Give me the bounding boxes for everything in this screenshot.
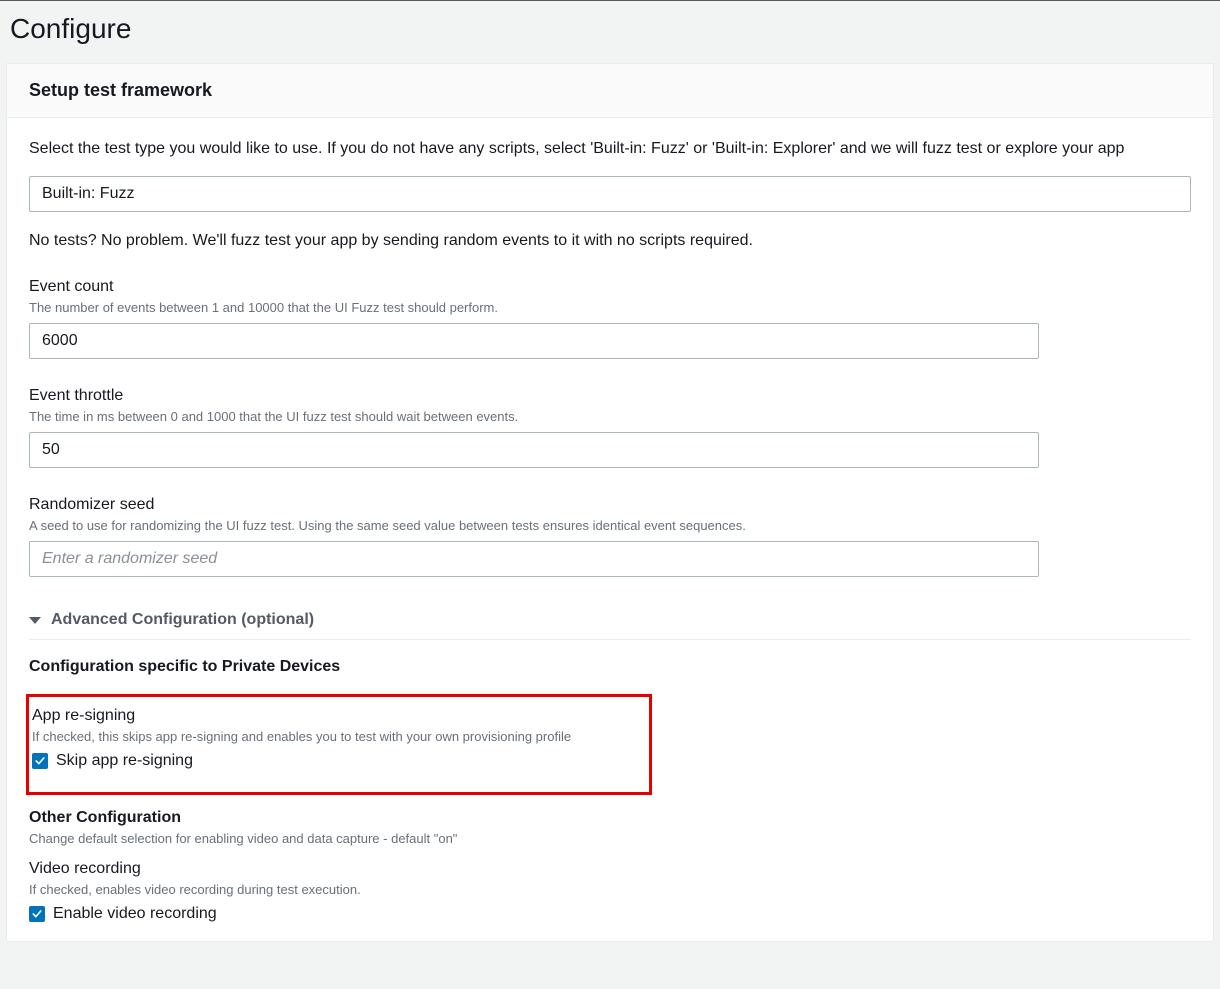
video-recording-checkbox[interactable] — [29, 906, 45, 922]
app-resigning-label: App re-signing — [32, 707, 649, 725]
panel-body: Select the test type you would like to u… — [7, 118, 1213, 923]
video-recording-hint: If checked, enables video recording duri… — [29, 882, 1191, 897]
other-config-hint: Change default selection for enabling vi… — [29, 831, 1191, 846]
event-count-label: Event count — [29, 278, 1039, 296]
randomizer-seed-label: Randomizer seed — [29, 496, 1039, 514]
test-type-select-wrapper: Built-in: Fuzz — [29, 176, 1191, 212]
skip-resigning-checkbox[interactable] — [32, 753, 48, 769]
panel-header: Setup test framework — [7, 64, 1213, 118]
page-header: Configure — [0, 0, 1220, 63]
advanced-config-expander[interactable]: Advanced Configuration (optional) — [29, 605, 1191, 640]
other-config-section: Other Configuration Change default selec… — [29, 809, 1191, 923]
event-throttle-group: Event throttle The time in ms between 0 … — [29, 387, 1039, 468]
event-throttle-label: Event throttle — [29, 387, 1039, 405]
intro-text: Select the test type you would like to u… — [29, 140, 1191, 158]
video-recording-checkbox-label: Enable video recording — [53, 905, 217, 923]
event-throttle-hint: The time in ms between 0 and 1000 that t… — [29, 409, 1039, 424]
checkmark-icon — [34, 755, 46, 767]
skip-resigning-label: Skip app re-signing — [56, 752, 193, 770]
event-throttle-input[interactable] — [29, 432, 1039, 468]
event-count-hint: The number of events between 1 and 10000… — [29, 300, 1039, 315]
event-count-input[interactable] — [29, 323, 1039, 359]
advanced-config-label: Advanced Configuration (optional) — [51, 611, 314, 629]
setup-panel: Setup test framework Select the test typ… — [6, 63, 1214, 942]
app-resigning-highlight: App re-signing If checked, this skips ap… — [26, 694, 652, 795]
video-recording-row: Enable video recording — [29, 905, 1191, 923]
caret-down-icon — [29, 617, 41, 624]
randomizer-seed-hint: A seed to use for randomizing the UI fuz… — [29, 518, 1039, 533]
panel-title: Setup test framework — [29, 80, 1191, 101]
other-config-title: Other Configuration — [29, 809, 1191, 827]
private-devices-title: Configuration specific to Private Device… — [29, 658, 1191, 676]
randomizer-seed-input[interactable] — [29, 541, 1039, 577]
app-resigning-hint: If checked, this skips app re-signing an… — [32, 729, 649, 744]
test-type-help: No tests? No problem. We'll fuzz test yo… — [29, 232, 1191, 250]
checkmark-icon — [31, 908, 43, 920]
randomizer-seed-group: Randomizer seed A seed to use for random… — [29, 496, 1039, 577]
skip-resigning-row: Skip app re-signing — [32, 752, 649, 770]
test-type-select[interactable]: Built-in: Fuzz — [29, 176, 1191, 212]
video-recording-label: Video recording — [29, 860, 1191, 878]
page-title: Configure — [10, 13, 1210, 45]
test-type-selected-value: Built-in: Fuzz — [42, 185, 134, 203]
event-count-group: Event count The number of events between… — [29, 278, 1039, 359]
